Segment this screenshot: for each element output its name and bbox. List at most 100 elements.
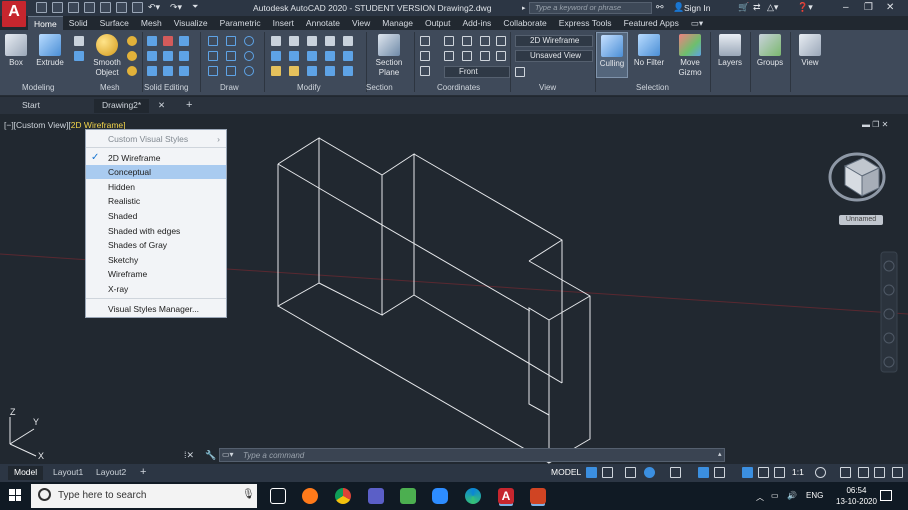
navigation-bar[interactable] — [880, 251, 898, 373]
isolate-icon[interactable] — [874, 467, 885, 478]
subtract-icon[interactable] — [147, 51, 157, 61]
stretch-icon[interactable] — [289, 51, 299, 61]
menu-item-wireframe[interactable]: Wireframe — [86, 267, 226, 281]
panel-modeling[interactable]: Modeling — [22, 83, 54, 92]
command-close-icon[interactable]: ⁞✕ — [184, 450, 194, 461]
tab-express-tools[interactable]: Express Tools — [553, 16, 618, 30]
menu-item-shades-of-gray[interactable]: Shades of Gray — [86, 238, 226, 252]
volume-icon[interactable]: 🔊 — [787, 491, 797, 500]
object-snap-tracking-icon[interactable] — [698, 467, 709, 478]
customize-status-icon[interactable] — [892, 467, 903, 478]
save-as-icon[interactable] — [84, 2, 95, 13]
box-button[interactable]: Box — [3, 34, 29, 68]
presspull-icon[interactable] — [74, 51, 84, 61]
help-search-input[interactable]: Type a keyword or phrase — [529, 2, 652, 14]
extrude-button[interactable]: Extrude — [34, 34, 66, 68]
menu-item-hidden[interactable]: Hidden — [86, 180, 226, 194]
tab-solid[interactable]: Solid — [63, 16, 94, 30]
zoom-icon[interactable] — [432, 488, 448, 504]
separate-icon[interactable] — [163, 66, 173, 76]
chamfer-icon[interactable] — [343, 51, 353, 61]
arc-icon[interactable] — [244, 36, 254, 46]
offset-icon[interactable] — [271, 66, 281, 76]
close-tab-icon[interactable]: ✕ — [150, 99, 173, 113]
recent-commands-icon[interactable]: ▭▾ — [222, 450, 234, 459]
sign-in-button[interactable]: Sign In — [684, 3, 710, 13]
copy-icon[interactable] — [271, 51, 281, 61]
panel-mesh[interactable]: Mesh — [100, 83, 120, 92]
notifications-icon[interactable] — [880, 490, 892, 501]
windows-start-icon[interactable] — [9, 489, 21, 501]
culling-button[interactable]: Culling — [596, 32, 628, 78]
menu-item-conceptual[interactable]: Conceptual — [86, 165, 226, 179]
menu-item-2d-wireframe[interactable]: ✓ 2D Wireframe — [86, 151, 226, 165]
autocad-logo-icon[interactable]: A — [2, 1, 26, 27]
ucs-select[interactable]: Front — [444, 66, 510, 78]
groups-button[interactable]: Groups — [754, 34, 786, 68]
cart-icon[interactable]: 🛒 — [738, 2, 749, 13]
tab-parametric[interactable]: Parametric — [214, 16, 267, 30]
teams-icon[interactable] — [368, 488, 384, 504]
move-gizmo-button[interactable]: Move Gizmo — [674, 34, 706, 78]
open-icon[interactable] — [52, 2, 63, 13]
ucs-3point-icon[interactable] — [496, 51, 506, 61]
isodraft-icon[interactable] — [670, 467, 681, 478]
panel-coordinates[interactable]: Coordinates — [437, 83, 480, 92]
thicken-icon[interactable] — [179, 51, 189, 61]
panel-modify[interactable]: Modify — [297, 83, 321, 92]
mesh-smooth-more-icon[interactable] — [127, 36, 137, 46]
taskbar-clock[interactable]: 06:54 13-10-2020 — [836, 485, 877, 507]
customize-qat-icon[interactable]: ⏷ — [192, 2, 198, 12]
network-icon[interactable]: ▭ — [771, 491, 779, 500]
menu-item-sketchy[interactable]: Sketchy — [86, 253, 226, 267]
ucs-icon[interactable] — [420, 36, 430, 46]
xline-icon[interactable] — [226, 51, 236, 61]
menu-item-shaded-with-edges[interactable]: Shaded with edges — [86, 224, 226, 238]
tab-collaborate[interactable]: Collaborate — [497, 16, 552, 30]
view-button[interactable]: View — [794, 34, 826, 68]
tab-annotate[interactable]: Annotate — [300, 16, 346, 30]
panel-solid-editing[interactable]: Solid Editing — [144, 83, 188, 92]
tab-layout2[interactable]: Layout2 — [90, 466, 132, 480]
mesh-smooth-less-icon[interactable] — [127, 51, 137, 61]
menu-item-realistic[interactable]: Realistic — [86, 194, 226, 208]
annotation-scale-icon[interactable] — [774, 467, 785, 478]
annotation-visibility-icon[interactable] — [742, 467, 753, 478]
tab-drawing2[interactable]: Drawing2* — [94, 99, 150, 113]
add-layout-icon[interactable]: + — [134, 466, 152, 480]
panel-view[interactable]: View — [539, 83, 556, 92]
tab-insert[interactable]: Insert — [267, 16, 300, 30]
menu-item-x-ray[interactable]: X-ray — [86, 282, 226, 296]
share-icon[interactable] — [132, 2, 143, 13]
ribbon-options-icon[interactable]: ▭▾ — [685, 16, 709, 30]
command-customize-icon[interactable]: 🔧 — [205, 450, 216, 461]
3d-align-icon[interactable] — [307, 36, 317, 46]
units-icon[interactable] — [858, 467, 869, 478]
annotation-scale-value[interactable]: 1:1 — [792, 467, 804, 477]
union-icon[interactable] — [147, 36, 157, 46]
exchange-icon[interactable]: ⇄ — [753, 2, 761, 13]
app-store-icon[interactable] — [400, 488, 416, 504]
plot-icon[interactable] — [100, 2, 111, 13]
auto-scale-icon[interactable] — [758, 467, 769, 478]
3d-rotate-icon[interactable] — [289, 36, 299, 46]
spline-icon[interactable] — [208, 51, 218, 61]
print-icon[interactable] — [116, 2, 127, 13]
panel-draw[interactable]: Draw — [220, 83, 239, 92]
scale-icon[interactable] — [307, 51, 317, 61]
user-icon[interactable]: 👤 — [673, 2, 684, 13]
new-tab-icon[interactable]: + — [178, 99, 200, 113]
language-indicator[interactable]: ENG — [806, 491, 823, 500]
ellipse-arc-icon[interactable] — [244, 51, 254, 61]
tab-surface[interactable]: Surface — [94, 16, 135, 30]
panel-section[interactable]: Section — [366, 83, 393, 92]
ucs-object-icon[interactable] — [462, 51, 472, 61]
help-icon[interactable]: ❓▾ — [797, 2, 813, 13]
visual-style-select[interactable]: 2D Wireframe — [515, 35, 593, 47]
smooth-object-button[interactable]: Smooth Object — [90, 34, 124, 78]
tab-manage[interactable]: Manage — [376, 16, 419, 30]
ucs-menu-button[interactable]: Unnamed — [839, 215, 883, 225]
ucs-z-icon[interactable] — [496, 36, 506, 46]
redo-icon[interactable]: ↷▾ — [170, 2, 182, 13]
intersect-icon[interactable] — [147, 66, 157, 76]
